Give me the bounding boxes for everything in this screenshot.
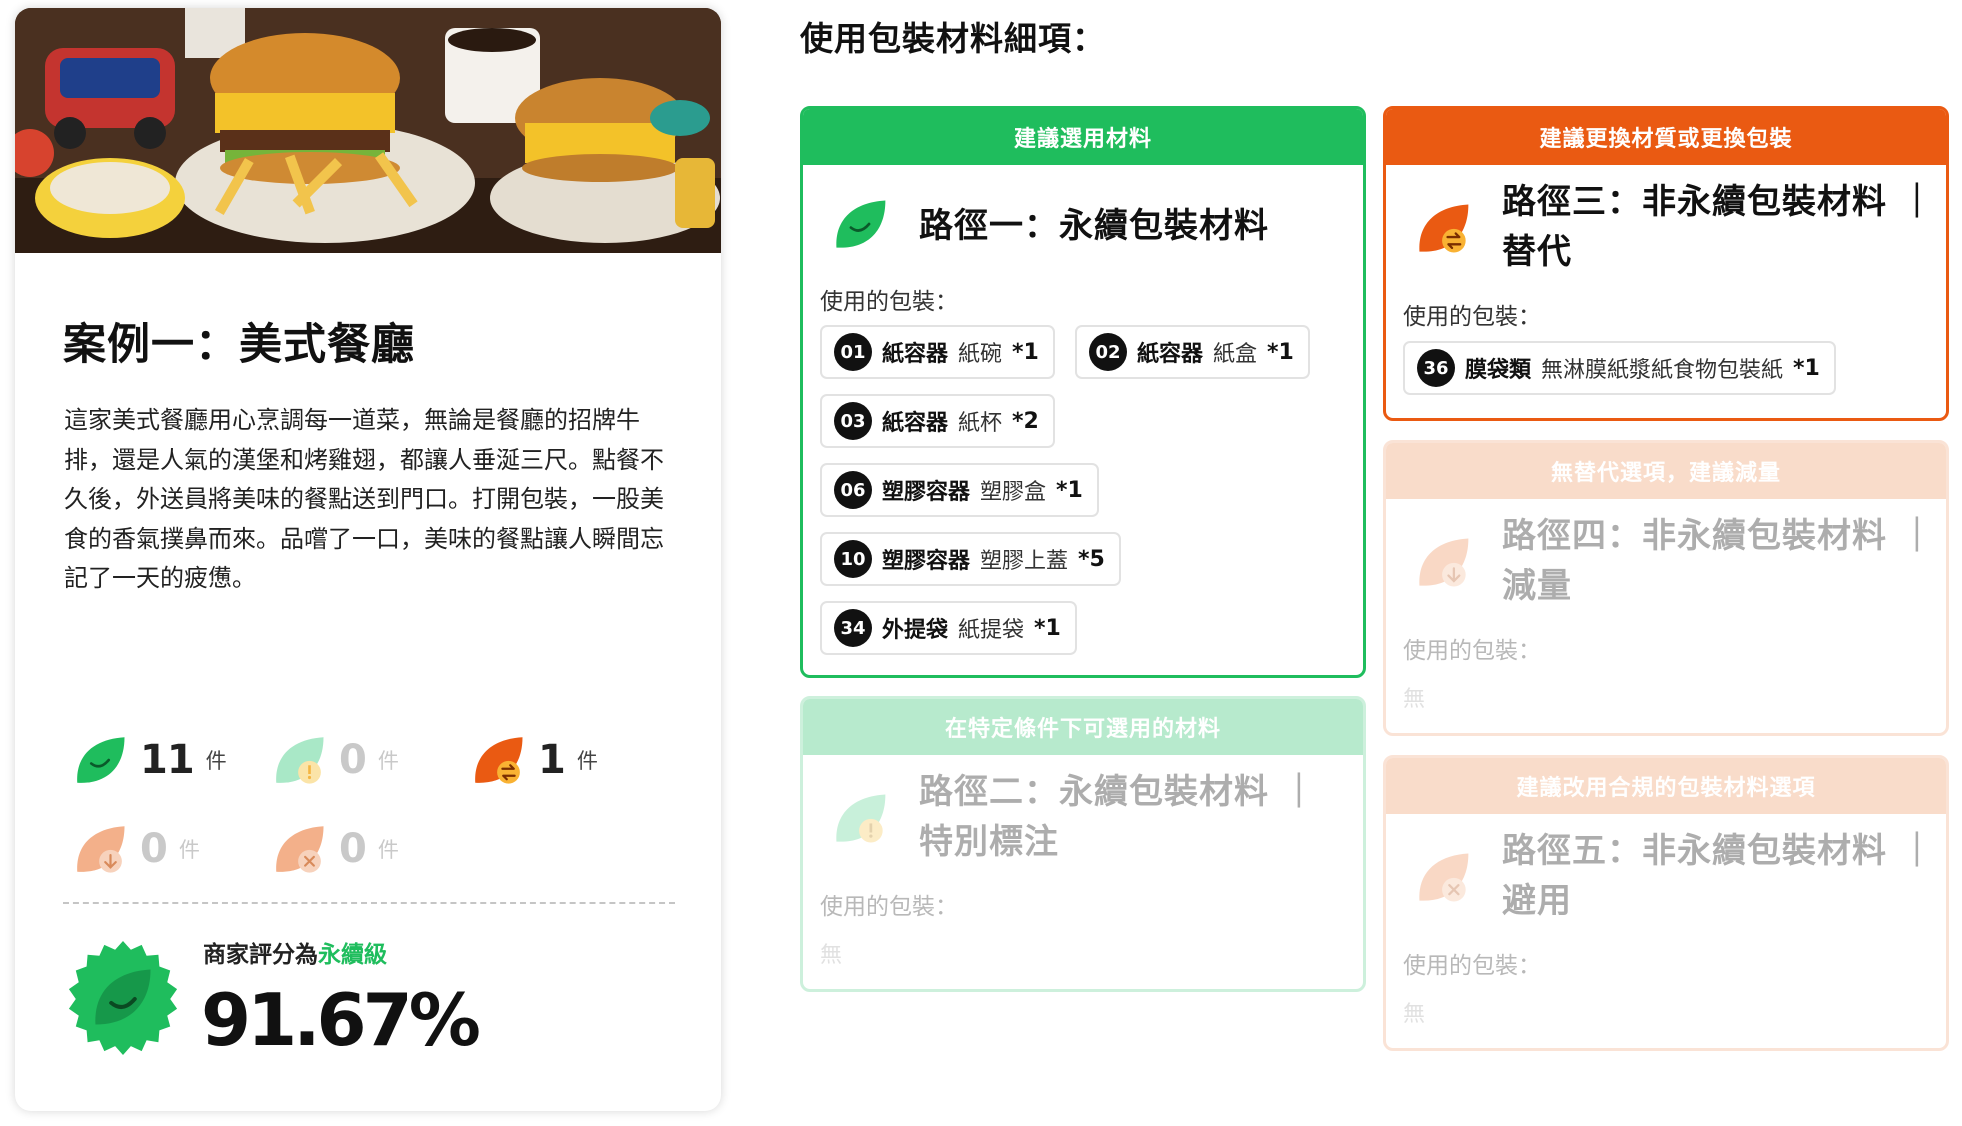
item-name: 紙盒 [1213,342,1258,367]
stat-count: 0 [339,826,367,872]
route-card-5: 建議改用合規的包裝材料選項 路徑五：非永續包裝材料 ｜ 避用 使用的包裝： 無 [1383,755,1949,1051]
green-leaf-icon [836,200,886,248]
route-4-none: 無 [1403,687,1426,712]
item-name: 塑膠盒 [980,480,1047,505]
case-card: 案例一：美式餐廳 這家美式餐廳用心烹調每一道菜，無論是餐廳的招牌牛排，還是人氣的… [15,8,721,1111]
route-2-header: 在特定條件下可選用的材料 [803,699,1363,755]
item-qty: *1 [1793,355,1820,381]
route-5-name: 路徑五：非永續包裝材料 ｜ [1502,831,1935,871]
item-name: 塑膠上蓋 [980,549,1069,574]
rating-level: 永續級 [318,942,387,968]
orange-leaf-swap-icon [1419,204,1469,253]
route-1-name: 路徑一：永續包裝材料 [919,206,1269,246]
item-number: 34 [834,609,872,647]
route-2-none: 無 [820,943,843,968]
item-qty: *1 [1012,339,1039,365]
item-number: 36 [1417,349,1455,387]
stat-special: 0 件 [271,730,399,790]
route-card-4: 無替代選項，建議減量 路徑四：非永續包裝材料 ｜ 減量 使用的包裝： 無 [1383,440,1949,736]
route-3-header: 建議更換材質或更換包裝 [1386,109,1946,165]
item-number: 02 [1089,333,1127,371]
stat-count: 0 [339,737,367,783]
route-5-header: 建議改用合規的包裝材料選項 [1386,758,1946,814]
route-5-none: 無 [1403,1002,1426,1027]
route-2-name-line2: 特別標注 [919,822,1059,862]
stat-replace: 1 件 [470,730,598,790]
route-3-name: 路徑三：非永續包裝材料 ｜ [1502,182,1935,222]
stat-reduce: 0 件 [72,819,200,879]
stat-count: 11 [140,737,195,783]
route-5-used-label: 使用的包裝： [1403,953,1541,979]
package-item: 02 紙容器 紙盒 *1 [1075,325,1310,379]
item-number: 10 [834,540,872,578]
package-item: 01 紙容器 紙碗 *1 [820,325,1055,379]
rating-prefix: 商家評分為 [203,942,318,968]
route-4-used-label: 使用的包裝： [1403,638,1541,664]
route-3-name-line2: 替代 [1502,232,1572,272]
section-title: 使用包裝材料細項： [800,19,1106,58]
stat-count: 0 [140,826,168,872]
item-qty: *2 [1012,408,1039,434]
dashed-divider [63,902,675,904]
package-item: 06 塑膠容器 塑膠盒 *1 [820,463,1099,517]
mint-leaf-warning-icon [836,794,886,843]
peach-leaf-x-icon [276,826,324,873]
orange-leaf-swap-icon [475,737,523,784]
stat-sustainable: 11 件 [72,730,227,790]
route-card-3: 建議更換材質或更換包裝 路徑三：非永續包裝材料 ｜ 替代 使用的包裝： 36 膜… [1383,106,1949,421]
stat-unit: 件 [205,749,227,773]
package-item: 03 紙容器 紙杯 *2 [820,394,1055,448]
stat-unit: 件 [178,838,200,862]
stat-unit: 件 [377,838,399,862]
item-name: 無淋膜紙漿紙食物包裝紙 [1541,358,1784,383]
restaurant-food-photo [15,8,721,253]
route-card-2: 在特定條件下可選用的材料 路徑二：永續包裝材料 ｜ 特別標注 使用的包裝： 無 [800,696,1366,992]
package-item: 36 膜袋類 無淋膜紙漿紙食物包裝紙 *1 [1403,341,1836,395]
package-item: 34 外提袋 紙提袋 *1 [820,601,1077,655]
route-4-header: 無替代選項，建議減量 [1386,443,1946,499]
sustainable-badge-icon [68,940,178,1056]
peach-leaf-x-icon [1419,853,1469,902]
item-name: 紙碗 [958,342,1003,367]
stat-unit: 件 [576,749,598,773]
stat-unit: 件 [377,749,399,773]
item-qty: *1 [1267,339,1294,365]
rating-score: 91.67% [201,978,481,1062]
green-leaf-icon [77,737,125,783]
package-item: 10 塑膠容器 塑膠上蓋 *5 [820,532,1121,586]
item-name: 紙提袋 [958,618,1025,643]
peach-leaf-down-icon [77,826,125,873]
item-category: 塑膠容器 [882,549,971,574]
stat-count: 1 [538,737,566,783]
item-qty: *1 [1056,477,1083,503]
rating-label: 商家評分為永續級 [203,935,387,969]
item-name: 紙杯 [958,411,1003,436]
item-qty: *1 [1034,615,1061,641]
route-card-1: 建議選用材料 路徑一：永續包裝材料 使用的包裝： 01 紙容器 紙碗 *1 02… [800,106,1366,678]
mint-leaf-warning-icon [276,737,324,784]
route-4-name-line2: 減量 [1502,566,1572,606]
item-category: 塑膠容器 [882,480,971,505]
route-1-used-label: 使用的包裝： [820,289,958,315]
stat-avoid: 0 件 [271,819,399,879]
item-qty: *5 [1078,546,1105,572]
route-2-name: 路徑二：永續包裝材料 ｜ [919,772,1317,812]
peach-leaf-down-icon [1419,538,1469,587]
route-2-used-label: 使用的包裝： [820,894,958,920]
item-category: 膜袋類 [1465,358,1532,383]
item-number: 06 [834,471,872,509]
item-category: 紙容器 [882,411,949,436]
item-category: 紙容器 [1137,342,1204,367]
item-number: 01 [834,333,872,371]
route-4-name: 路徑四：非永續包裝材料 ｜ [1502,516,1935,556]
route-5-name-line2: 避用 [1502,881,1572,921]
item-category: 紙容器 [882,342,949,367]
case-description: 這家美式餐廳用心烹調每一道菜，無論是餐廳的招牌牛排，還是人氣的漢堡和烤雞翅，都讓… [64,406,664,592]
route-1-header: 建議選用材料 [803,109,1363,165]
item-category: 外提袋 [882,618,949,643]
case-title: 案例一：美式餐廳 [63,320,415,370]
route-3-used-label: 使用的包裝： [1403,304,1541,330]
item-number: 03 [834,402,872,440]
